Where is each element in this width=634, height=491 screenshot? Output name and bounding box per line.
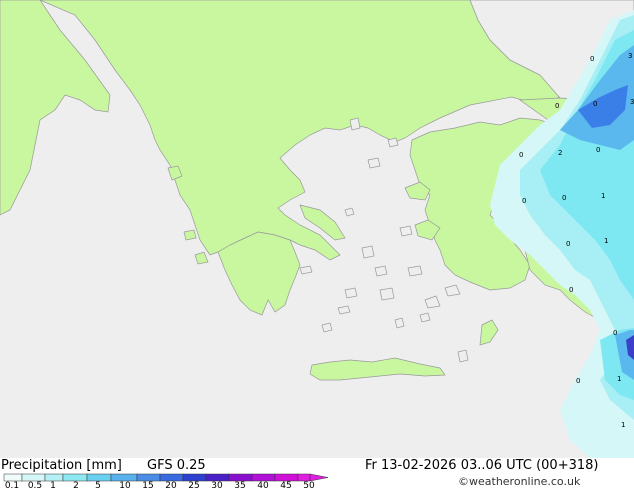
value-label: 0: [590, 55, 594, 63]
value-label: 1: [601, 192, 605, 200]
legend-cell: [110, 473, 138, 482]
legend-title: Precipitation [mm]: [1, 458, 122, 473]
watermark: ©weatheronline.co.uk: [458, 475, 581, 488]
value-label: 1: [604, 237, 608, 245]
legend-cell: [205, 473, 230, 482]
legend-cell: [297, 473, 311, 482]
legend-cell: [182, 473, 207, 482]
value-label: 0: [576, 377, 580, 385]
model-name: GFS 0.25: [147, 458, 206, 473]
value-label: 0: [519, 151, 523, 159]
legend-cell: [159, 473, 184, 482]
value-label: 0: [596, 146, 600, 154]
value-label: 0: [555, 102, 559, 110]
map-canvas: 0 0 0 2 0 0 0 1 0 0 1 0 0 1 1 3 3 0: [0, 0, 634, 458]
legend-cell: [228, 473, 253, 482]
legend-arrow: [309, 473, 329, 482]
forecast-datetime: Fr 13-02-2026 03..06 UTC (00+318): [365, 458, 599, 473]
value-label: 2: [558, 149, 562, 157]
legend-cell: [86, 473, 112, 482]
legend-cell: [251, 473, 276, 482]
value-label: 0: [522, 197, 526, 205]
value-label: 3: [628, 52, 632, 60]
value-label: 1: [617, 375, 621, 383]
legend-cell: [21, 473, 46, 482]
legend-cell: [62, 473, 88, 482]
value-label: 0: [569, 286, 573, 294]
legend-cell: [44, 473, 64, 482]
value-label: 0: [613, 329, 617, 337]
value-label: 1: [621, 421, 625, 429]
value-label-0b: 0: [593, 100, 597, 108]
precipitation-map: 0 0 0 2 0 0 0 1 0 0 1 0 0 1 1 3 3 0: [0, 0, 634, 458]
legend-cell: [274, 473, 299, 482]
value-label: 3: [630, 98, 634, 106]
value-label: 0: [566, 240, 570, 248]
legend-cell: [3, 473, 23, 482]
legend-cell: [136, 473, 161, 482]
value-label: 0: [562, 194, 566, 202]
